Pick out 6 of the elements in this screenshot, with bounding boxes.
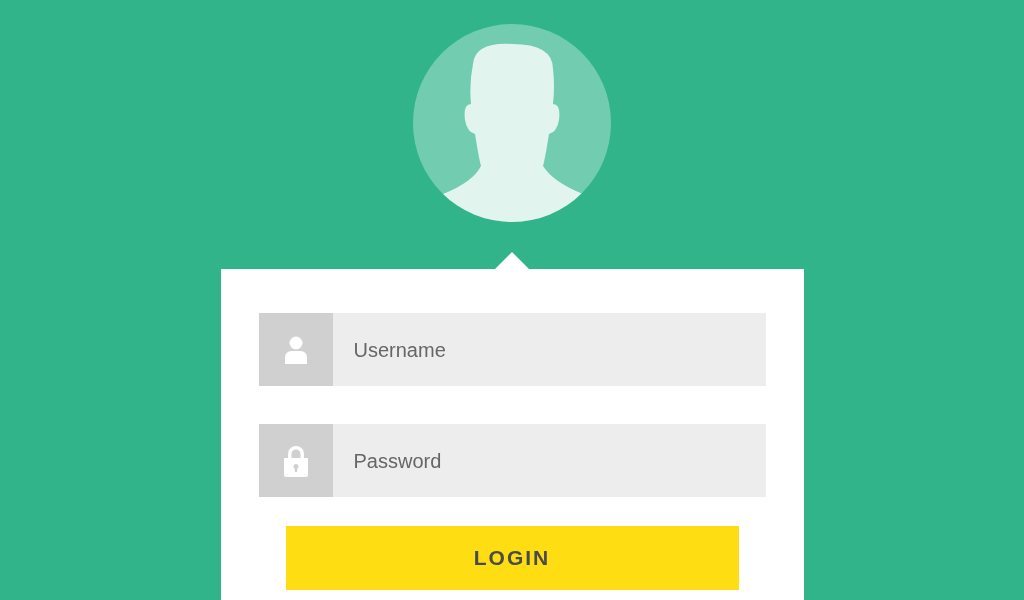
input-field[interactable]: Password — [332, 424, 766, 497]
lock-icon — [282, 444, 309, 477]
user-icon — [284, 335, 307, 364]
avatar-icon — [413, 24, 611, 222]
login-button[interactable]: LOGIN — [285, 526, 739, 590]
input-field[interactable]: Username — [332, 313, 766, 386]
